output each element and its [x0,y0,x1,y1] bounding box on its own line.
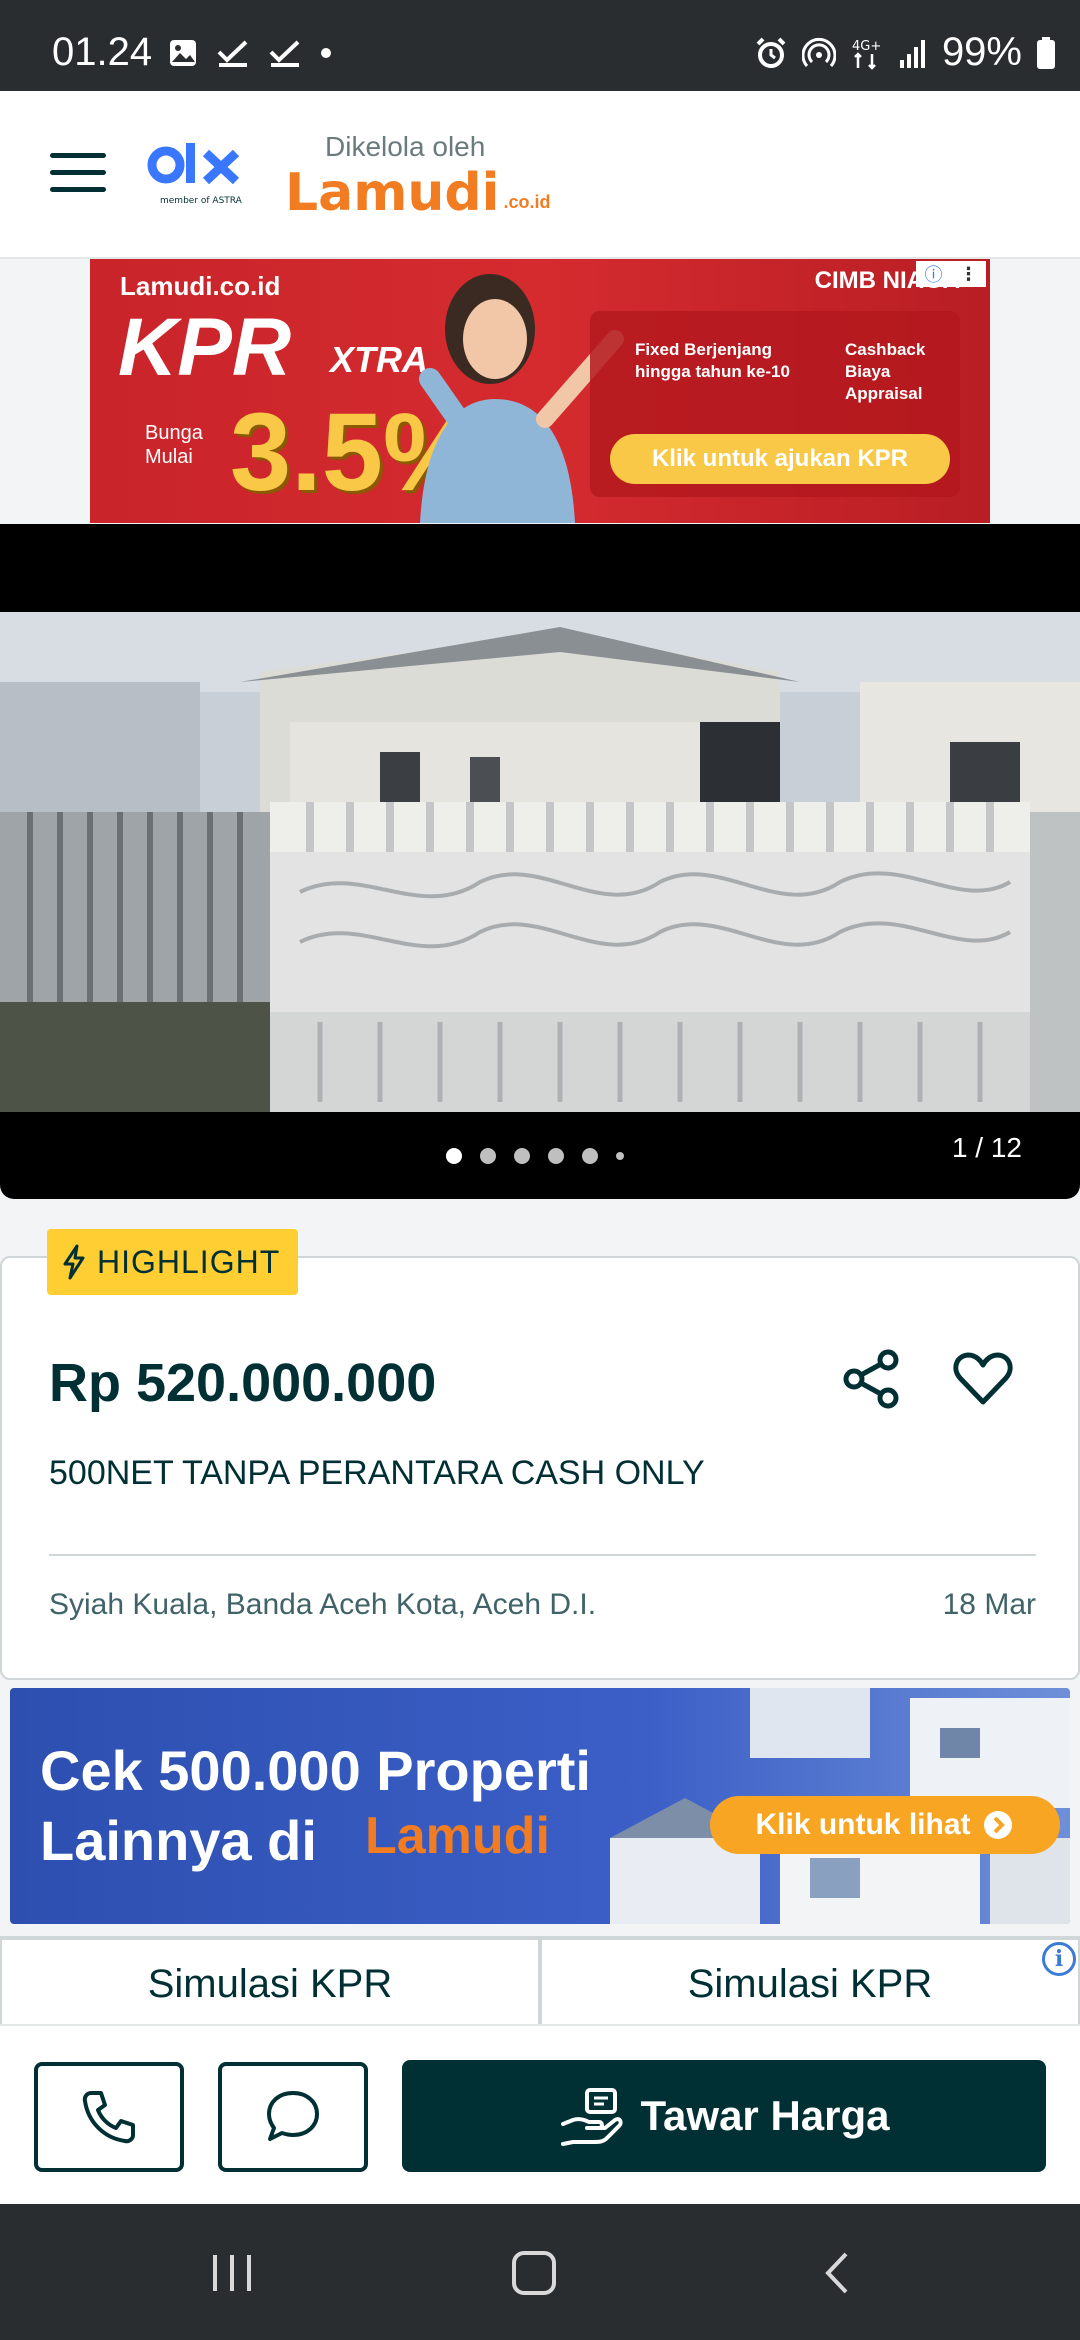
gallery-dot-active[interactable] [446,1148,462,1164]
check-icon [269,40,300,67]
photo-gallery[interactable]: 1 / 12 [0,524,1080,1199]
check-icon [217,40,248,67]
ad-cta-button[interactable]: Klik untuk ajukan KPR [610,434,950,484]
lamudi-logo: Lamudi .co.id [285,163,551,223]
recent-apps-icon [213,2255,251,2291]
promo-cta-button[interactable]: Klik untuk lihat [710,1796,1060,1854]
chat-button[interactable] [218,2062,368,2172]
simulasi-kpr-tab-2[interactable]: Simulasi KPR [540,1938,1080,2024]
more-vert-icon[interactable]: ⋮ [960,264,978,285]
lamudi-promo-banner[interactable]: Cek 500.000 Properti Lainnya di Lamudi K… [10,1688,1070,1924]
gallery-icon [170,40,196,66]
share-icon[interactable] [840,1346,906,1412]
simulasi-kpr-row: Simulasi KPR Simulasi KPR i [0,1936,1080,2024]
battery-icon [1037,36,1055,69]
call-button[interactable] [34,2062,184,2172]
app-header: member of ASTRA Dikelola oleh Lamudi .co.… [0,91,1080,259]
ad-info-icon[interactable]: ⓘ [925,261,943,287]
listing-title: 500NET TANPA PERANTARA CASH ONLY [49,1454,705,1492]
bottom-action-bar: Tawar Harga [0,2024,1080,2204]
gallery-dot[interactable] [582,1148,598,1164]
gallery-dot[interactable] [480,1148,496,1164]
offer-hand-icon [560,2088,623,2146]
menu-button[interactable] [50,153,106,193]
simulasi-kpr-tab-1[interactable]: Simulasi KPR [0,1938,540,2024]
gallery-dot[interactable] [616,1152,624,1160]
promo-lamudi-logo: Lamudi [365,1807,550,1865]
gallery-pagination [446,1148,624,1164]
make-offer-button[interactable]: Tawar Harga [402,2060,1046,2172]
ad-info-controls[interactable]: ⓘ ⋮ [916,261,986,287]
gallery-dot[interactable] [548,1148,564,1164]
ad-feature-2: Cashback Biaya Appraisal [845,340,926,403]
recent-apps-button[interactable] [202,2248,262,2298]
divider [49,1554,1036,1556]
status-time: 01.24 [52,30,153,74]
battery-percent: 99% [941,30,1022,74]
listing-date: 18 Mar [942,1588,1036,1621]
listing-card: Rp 520.000.000 500NET TANPA PERANTARA CA… [0,1256,1080,1680]
listing-price: Rp 520.000.000 [49,1353,437,1413]
favorite-heart-icon[interactable] [950,1346,1016,1412]
status-system-icons: 4G+ 99% [754,30,1056,75]
lightning-icon [63,1244,85,1280]
status-notification-icons [168,38,332,68]
svg-text:4G+: 4G+ [852,39,881,54]
photo-counter: 1 / 12 [951,1132,1022,1163]
hotspot-icon [801,37,836,67]
alarm-icon [756,37,786,68]
promo-headline-2: Lainnya di [40,1809,317,1872]
highlight-badge: HIGHLIGHT [47,1229,299,1295]
network-4g-icon: 4G+ [852,39,881,70]
gallery-dot[interactable] [514,1148,530,1164]
home-button[interactable] [504,2248,564,2298]
signal-icon [899,39,925,68]
chat-bubble-icon [267,2091,319,2141]
managed-by-label: Dikelola oleh [325,131,486,162]
ad-brand: Lamudi.co.id [120,271,281,301]
status-bar: 01.24 4G+ 99% [0,0,1080,91]
chevron-right-icon [983,1811,1012,1839]
ad-rate-label: Bunga Mulai [145,422,203,468]
android-nav-bar [0,2204,1080,2340]
info-icon[interactable]: i [1042,1942,1076,1976]
make-offer-label: Tawar Harga [640,2092,890,2139]
listing-photo[interactable] [0,612,1080,1112]
ad-feature-1: Fixed Berjenjang hingga tahun ke-10 [635,340,790,381]
olx-logo[interactable]: member of ASTRA [146,139,256,209]
back-button[interactable] [808,2248,868,2298]
promo-headline-1: Cek 500.000 Properti [40,1739,591,1802]
listing-location: Syiah Kuala, Banda Aceh Kota, Aceh D.I. [49,1588,597,1621]
svg-text:member of ASTRA: member of ASTRA [160,196,243,206]
back-icon [825,2252,848,2294]
dot-icon [321,48,331,58]
home-icon [512,2251,556,2295]
kpr-ad-banner[interactable]: Lamudi.co.id KPR XTRA Bunga Mulai 3.5% C… [90,259,990,523]
ad-product: KPR [118,302,292,393]
highlight-label: HIGHLIGHT [97,1243,281,1280]
phone-icon [82,2091,135,2144]
